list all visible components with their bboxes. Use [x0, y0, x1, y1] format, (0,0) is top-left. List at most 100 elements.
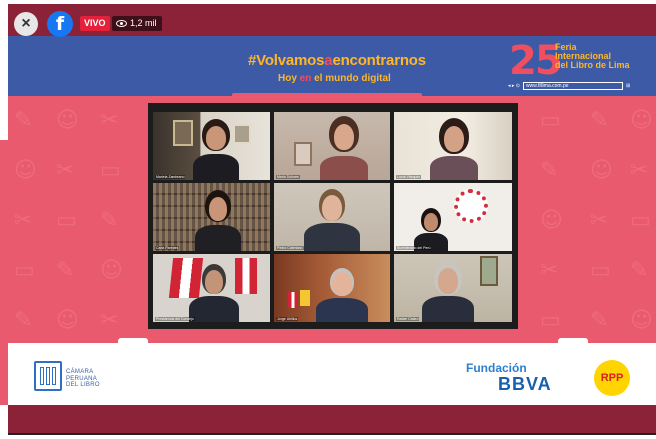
pattern-icon: ✎: [56, 258, 75, 283]
camara-peruana-text: CÁMARA PERUANA DEL LIBRO: [66, 369, 100, 389]
pattern-icon: ☺: [100, 258, 123, 283]
small-flags: [288, 292, 298, 308]
participant-tile: Pedro Cateriano: [274, 183, 390, 251]
participant-name: Carla Paredes: [155, 246, 180, 250]
participant-tile: Bicentenario del Perú: [394, 183, 512, 251]
viewer-count: 1,2 mil: [130, 18, 157, 28]
participant-tile: Rafael Castro: [394, 254, 512, 322]
pattern-icon: ▭: [100, 158, 121, 183]
rpp-logo: RPP: [594, 360, 630, 396]
person-head: [206, 126, 226, 150]
close-icon[interactable]: ×: [14, 12, 38, 36]
pink-tab: [232, 93, 422, 101]
person-head: [334, 124, 354, 150]
url-nav-icons: ◂ ▸ ⊙: [508, 83, 520, 89]
person-body: [189, 296, 239, 322]
pattern-icon: ✂: [14, 208, 33, 233]
band-notch: [558, 338, 588, 344]
person-body: [193, 154, 239, 180]
pattern-icon: ✂: [100, 108, 119, 133]
pattern-icon: ▭: [540, 108, 561, 133]
bottom-bar: [8, 405, 656, 433]
tile-background: [394, 183, 512, 251]
pattern-icon: ✎: [14, 308, 33, 333]
left-pink-strip: [0, 140, 8, 405]
event-subtitle: Hoy en el mundo digital: [278, 73, 391, 84]
pattern-icon: ✎: [590, 108, 609, 133]
pattern-icon: ☺: [630, 108, 653, 133]
person-body: [422, 296, 474, 322]
pattern-icon: ✎: [590, 308, 609, 333]
fil-edition-number: 25: [509, 38, 563, 84]
participant-tile: Lucía Vásquez: [394, 112, 512, 180]
pattern-icon: ✂: [540, 258, 559, 283]
wall-art: [173, 120, 193, 146]
pattern-icon: ✂: [100, 308, 119, 333]
video-grid: Mariela Zambrano Maria Dolores Lucía Vás…: [148, 103, 518, 329]
person-head: [322, 195, 342, 221]
participant-tile: Jorge Ubillus: [274, 254, 390, 322]
subtitle-part-1: Hoy: [278, 73, 300, 84]
participant-tile: Carla Paredes: [153, 183, 270, 251]
participant-name: Pedro Cateriano: [276, 246, 304, 250]
viewer-count-badge: 1,2 mil: [112, 16, 162, 31]
fil-line-3: del Libro de Lima: [555, 60, 630, 70]
person-body: [195, 225, 241, 251]
facebook-glyph: f: [55, 13, 65, 35]
url-menu-icon: ⊞: [626, 83, 631, 89]
person-head: [205, 270, 223, 294]
pattern-icon: ☺: [14, 158, 37, 183]
participant-name: Rafael Castro: [396, 317, 420, 321]
participant-name: Mariela Zambrano: [155, 175, 186, 179]
peru-flag: [235, 258, 257, 294]
person-head: [438, 268, 458, 294]
fil-url-bar: ◂ ▸ ⊙ www.fillima.com.pe ⊞: [508, 82, 630, 90]
fil-logo-text: Feria Internacional del Libro de Lima: [555, 43, 645, 70]
person-body: [304, 223, 360, 251]
pattern-icon: ✂: [56, 158, 75, 183]
subtitle-part-3: el mundo digital: [311, 73, 391, 84]
pattern-icon: ☺: [540, 208, 563, 233]
person-head: [209, 197, 227, 221]
camara-peruana-logo: [34, 361, 62, 391]
fundacion-label: Fundación: [466, 361, 527, 375]
bicentenario-emblem: [454, 189, 488, 223]
live-badge: VIVO: [80, 16, 110, 31]
sponsor-band: [8, 343, 656, 405]
pattern-icon: ✂: [630, 158, 649, 183]
pattern-icon: ✎: [540, 158, 559, 183]
book-bars-icon: [40, 367, 56, 385]
pattern-icon: ✎: [14, 108, 33, 133]
hashtag-part-1: #Volvamos: [248, 52, 325, 69]
subtitle-part-2: en: [299, 73, 312, 84]
pattern-icon: ▭: [540, 308, 561, 333]
eye-icon: [116, 20, 127, 27]
pattern-icon: ☺: [56, 108, 79, 133]
person-head: [424, 213, 438, 231]
close-glyph: ×: [21, 15, 31, 32]
pattern-icon: ✂: [590, 208, 609, 233]
person-body: [316, 298, 368, 322]
pattern-icon: ☺: [630, 308, 653, 333]
bbva-logo: BBVA: [498, 374, 552, 394]
facebook-icon[interactable]: f: [47, 11, 73, 37]
participant-name: Jorge Ubillus: [276, 317, 299, 321]
band-notch: [118, 338, 148, 344]
participant-tile: Mariela Zambrano: [153, 112, 270, 180]
person-head: [444, 126, 464, 152]
pattern-icon: ▭: [56, 208, 77, 233]
person-body: [320, 156, 368, 180]
small-flags: [300, 290, 310, 306]
hashtag-part-3: encontrarnos: [332, 52, 426, 69]
participant-tile: Maria Dolores: [274, 112, 390, 180]
pattern-icon: ▭: [630, 208, 651, 233]
peru-flag: [168, 258, 204, 298]
person-head: [332, 272, 352, 296]
participant-name: Presidencia del Consejo: [155, 317, 195, 321]
bottom-divider: [8, 433, 656, 435]
participant-name: Lucía Vásquez: [396, 175, 422, 179]
fil-url: www.fillima.com.pe: [523, 82, 623, 90]
pattern-icon: ▭: [590, 258, 611, 283]
pattern-icon: ☺: [590, 158, 613, 183]
pattern-icon: ✎: [630, 258, 649, 283]
